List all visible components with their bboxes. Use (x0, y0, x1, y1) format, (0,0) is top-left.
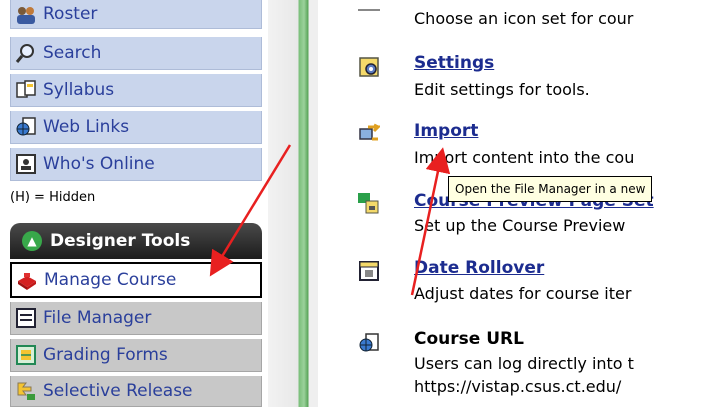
nav-item-selective-release[interactable]: Selective Release (10, 376, 262, 407)
whos-online-icon (15, 153, 37, 175)
nav-item-manage-course-label: Manage Course (44, 270, 177, 290)
course-preview-icon (358, 193, 380, 215)
import-icon (358, 123, 382, 145)
nav-item-manage-course[interactable]: Manage Course (10, 262, 262, 298)
entry-date-rollover-desc: Adjust dates for course iter (414, 284, 632, 303)
icon-set-icon (358, 0, 380, 11)
hidden-legend: (H) = Hidden (10, 190, 96, 205)
entry-import-desc: Import content into the cou (414, 148, 635, 167)
syllabus-icon (15, 79, 37, 101)
settings-link[interactable]: Settings (414, 53, 494, 73)
entry-icon-set-desc: Choose an icon set for cour (414, 9, 634, 28)
designer-tools-title: Designer Tools (50, 231, 191, 251)
nav-item-roster-label: Roster (43, 4, 98, 24)
nav-item-web-links[interactable]: Web Links (10, 111, 262, 144)
import-link[interactable]: Import (414, 121, 478, 141)
entry-course-url-desc: Users can log directly into t (414, 354, 634, 373)
nav-item-whos-online-label: Who's Online (43, 154, 155, 174)
web-links-icon (15, 116, 37, 138)
nav-item-selective-release-label: Selective Release (43, 381, 193, 401)
main-content: Choose an icon set for cour Settings Edi… (330, 0, 701, 407)
nav-item-whos-online[interactable]: Who's Online (10, 148, 262, 181)
nav-item-roster[interactable]: Roster (10, 0, 262, 29)
nav-item-file-manager[interactable]: File Manager (10, 302, 262, 335)
roster-icon (15, 3, 37, 25)
nav-item-file-manager-label: File Manager (43, 308, 152, 328)
tooltip: Open the File Manager in a new (448, 176, 653, 202)
entry-course-preview-desc: Set up the Course Preview (414, 216, 626, 235)
nav-item-search[interactable]: Search (10, 37, 262, 70)
designer-tools-header[interactable]: ▲ Designer Tools (10, 223, 262, 259)
nav-item-syllabus-label: Syllabus (43, 80, 115, 100)
nav-item-grading-forms-label: Grading Forms (43, 345, 168, 365)
panel-divider[interactable] (268, 0, 318, 407)
nav-item-grading-forms[interactable]: Grading Forms (10, 339, 262, 372)
course-url-title: Course URL (414, 329, 524, 349)
manage-course-icon (16, 269, 38, 291)
entry-settings-desc: Edit settings for tools. (414, 80, 590, 99)
settings-icon (358, 56, 380, 78)
course-url-icon (358, 332, 380, 354)
nav-item-syllabus[interactable]: Syllabus (10, 74, 262, 107)
date-rollover-icon (358, 260, 380, 282)
date-rollover-link[interactable]: Date Rollover (414, 258, 544, 278)
selective-release-icon (15, 380, 37, 402)
nav-item-search-label: Search (43, 43, 102, 63)
course-url-value: https://vistap.csus.ct.edu/ (414, 377, 622, 396)
file-manager-icon (15, 307, 37, 329)
search-icon (15, 42, 37, 64)
chevron-up-icon[interactable]: ▲ (22, 231, 42, 251)
nav-item-web-links-label: Web Links (43, 117, 130, 137)
grading-forms-icon (15, 344, 37, 366)
left-navigation: Roster Search Syllabus Web Links Who's O… (0, 0, 270, 407)
